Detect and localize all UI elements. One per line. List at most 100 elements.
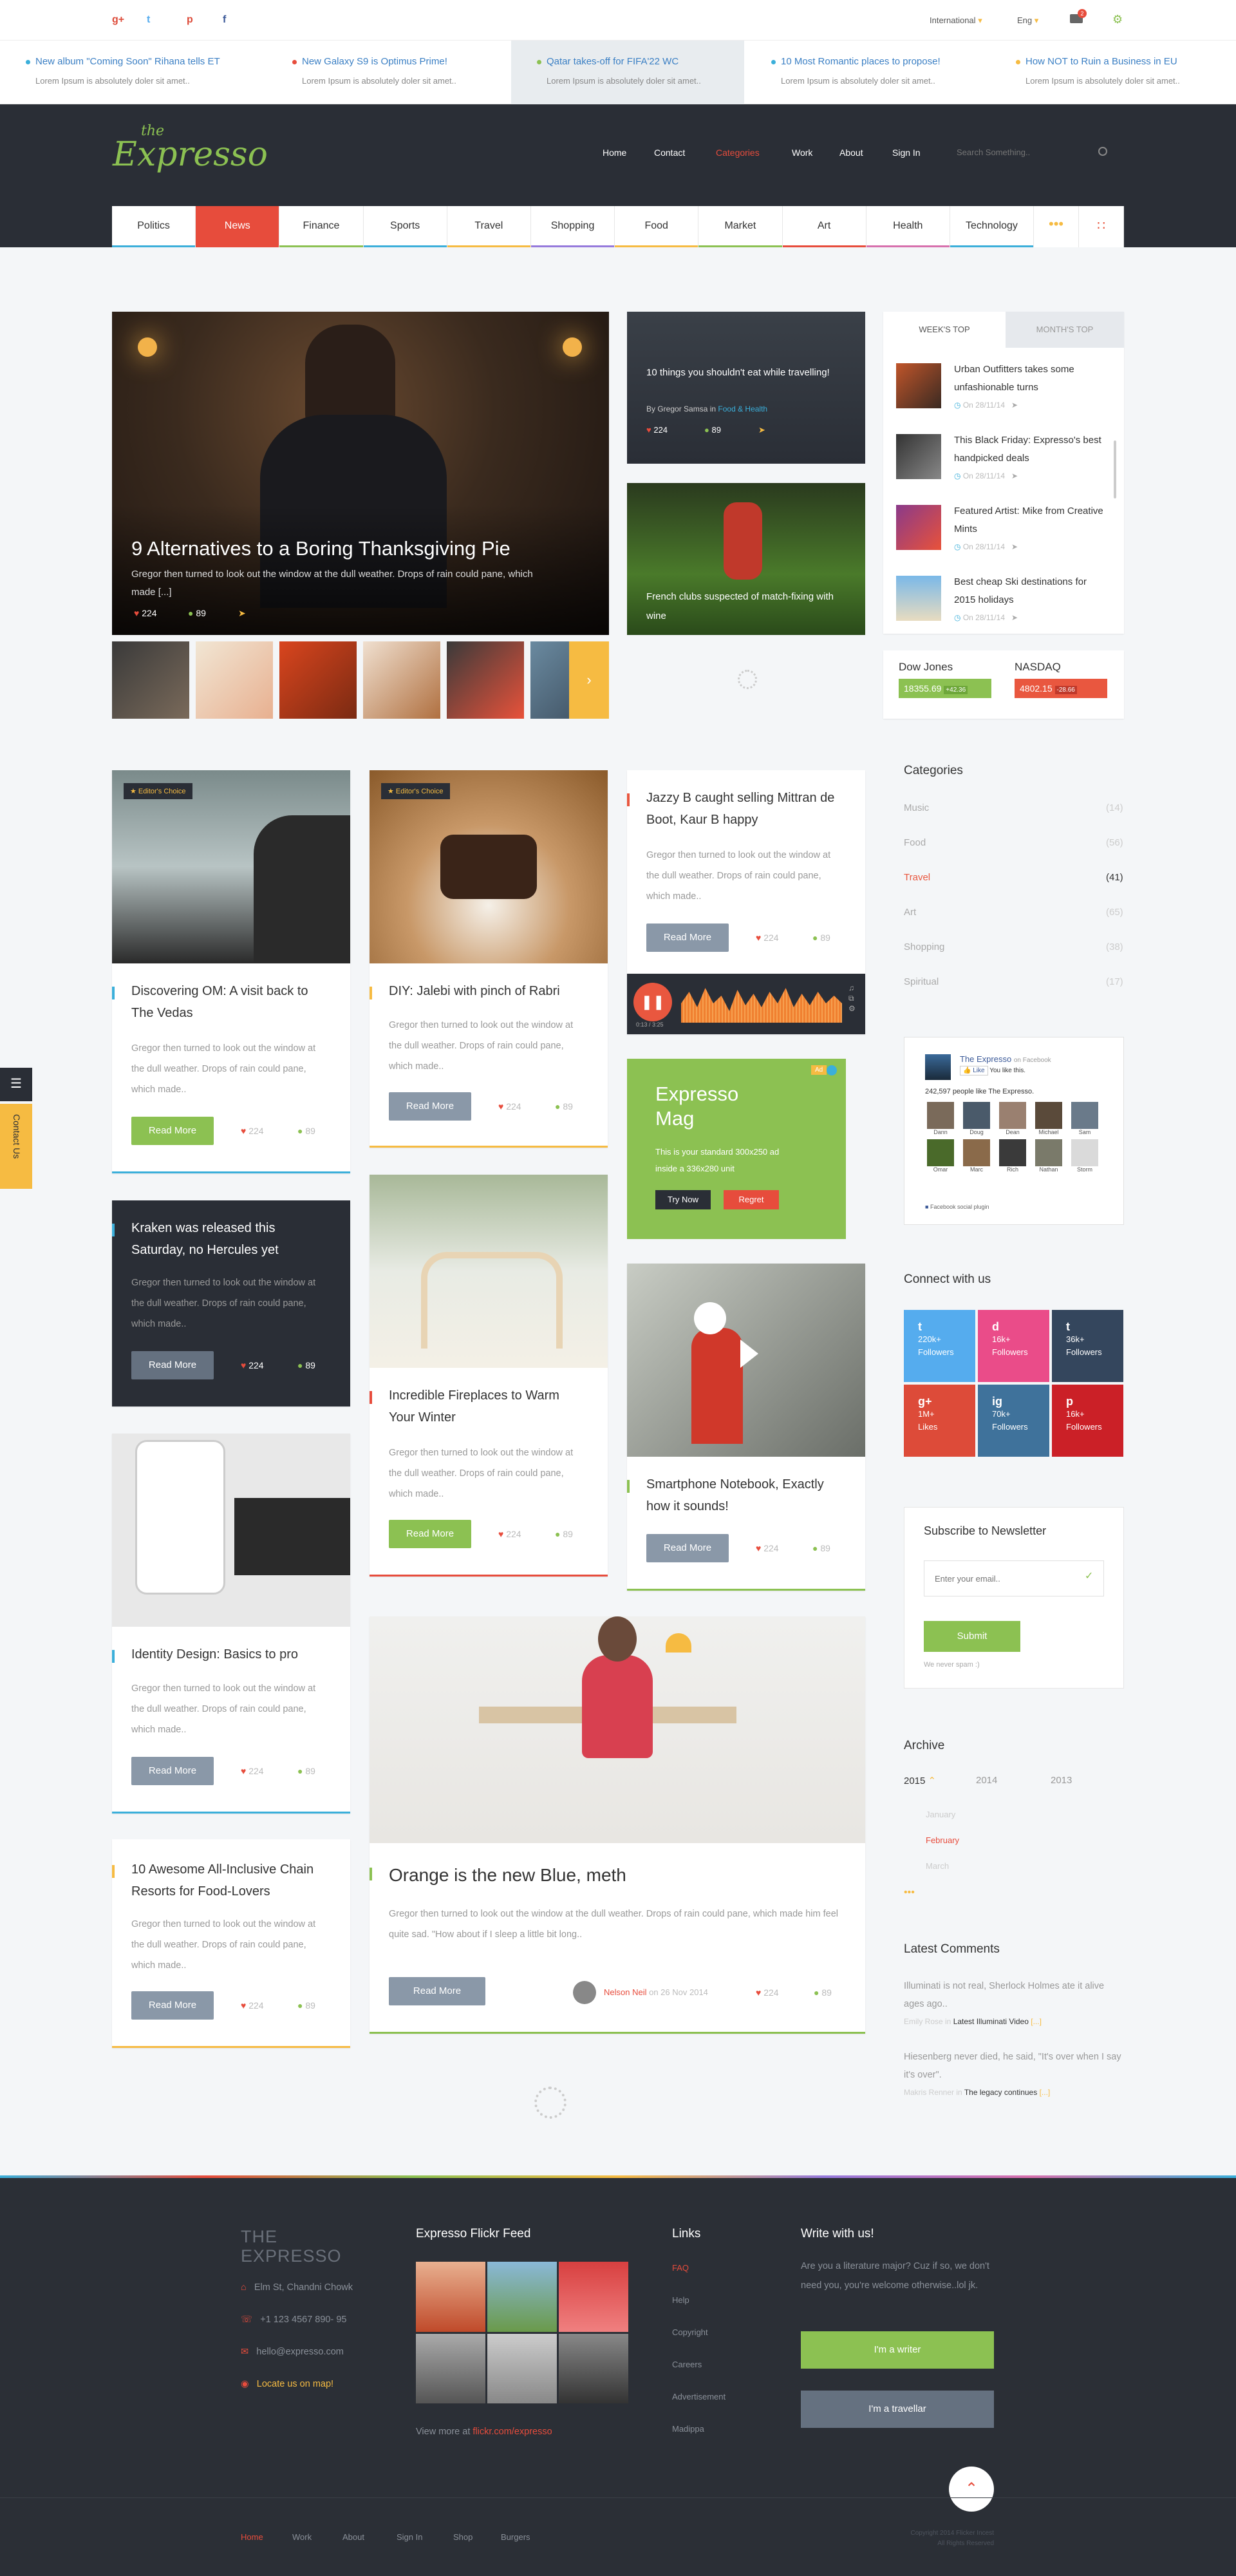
sidebar-category-spiritual[interactable]: Spiritual	[904, 976, 939, 987]
flickr-photo[interactable]	[416, 2333, 485, 2403]
footer-nav-sign-in[interactable]: Sign In	[397, 2532, 422, 2542]
archive-more-icon[interactable]: •••	[904, 1887, 915, 1899]
footer-link-madippa[interactable]: Madippa	[672, 2424, 704, 2434]
tumblr-follow-tile[interactable]: t 36k+ Followers	[1052, 1310, 1123, 1382]
list-item-title[interactable]: Featured Artist: Mike from Creative Mint…	[954, 502, 1109, 538]
sidebar-category-travel[interactable]: Travel	[904, 872, 930, 883]
facebook-page-avatar[interactable]	[925, 1054, 951, 1080]
footer-link-faq[interactable]: FAQ	[672, 2263, 689, 2273]
post-image[interactable]	[112, 770, 350, 963]
fan-avatar[interactable]: Sam	[1069, 1102, 1100, 1135]
list-item[interactable]: Best cheap Ski destinations for 2015 hol…	[896, 576, 1102, 638]
list-item[interactable]: Urban Outfitters takes some unfashionabl…	[896, 363, 1102, 425]
footer-nav-shop[interactable]: Shop	[453, 2532, 473, 2542]
read-more-button[interactable]: Read More	[131, 1757, 214, 1785]
contact-us-tab[interactable]: Contact Us	[0, 1104, 32, 1189]
list-item[interactable]: Featured Artist: Mike from Creative Mint…	[896, 505, 1103, 567]
nav-about[interactable]: About	[839, 147, 863, 158]
category-sports[interactable]: Sports	[363, 206, 447, 247]
settings-gear-icon[interactable]: ⚙	[1112, 13, 1123, 26]
post-image[interactable]	[370, 1616, 865, 1843]
read-more-button[interactable]: Read More	[646, 923, 729, 952]
flickr-photo[interactable]	[487, 2333, 557, 2403]
hero-thumb[interactable]	[279, 641, 357, 719]
ad-try-now-button[interactable]: Try Now	[655, 1190, 711, 1209]
footer-nav-about[interactable]: About	[342, 2532, 364, 2542]
hero-thumb[interactable]: ›	[530, 641, 609, 719]
footer-link-help[interactable]: Help	[672, 2295, 689, 2305]
post-title[interactable]: Incredible Fireplaces to Warm Your Winte…	[370, 1385, 588, 1428]
newsletter-email-input[interactable]	[924, 1560, 1104, 1596]
read-more-button[interactable]: Read More	[131, 1351, 214, 1379]
footer-email[interactable]: ✉ hello@expresso.com	[241, 2347, 344, 2357]
post-title[interactable]: Discovering OM: A visit back to The Veda…	[112, 980, 331, 1024]
nav-sign-in[interactable]: Sign In	[892, 147, 921, 158]
audio-waveform[interactable]	[681, 988, 842, 1023]
archive-month-active[interactable]: February	[926, 1835, 959, 1845]
post-image[interactable]	[370, 770, 608, 963]
avatar[interactable]	[573, 1981, 596, 2004]
search-icon[interactable]	[1098, 147, 1107, 156]
post-title[interactable]: DIY: Jalebi with pinch of Rabri	[370, 980, 588, 1002]
ad-regret-button[interactable]: Regret	[724, 1190, 779, 1209]
writer-button[interactable]: I'm a writer	[801, 2331, 994, 2369]
pause-button[interactable]: ❚❚	[633, 983, 672, 1021]
fan-avatar[interactable]: Storm	[1069, 1139, 1100, 1173]
read-more-button[interactable]: Read More	[389, 1520, 471, 1548]
play-icon[interactable]	[740, 1340, 758, 1368]
facebook-like-button[interactable]: 👍 Like You like this.	[960, 1066, 1025, 1075]
footer-nav-work[interactable]: Work	[292, 2532, 312, 2542]
archive-year-2014[interactable]: 2014	[976, 1775, 997, 1786]
category-market[interactable]: Market	[698, 206, 783, 247]
newsletter-submit-button[interactable]: Submit	[924, 1621, 1020, 1652]
hero-thumb[interactable]	[363, 641, 440, 719]
category-politics[interactable]: Politics	[112, 206, 196, 247]
search-input[interactable]	[957, 142, 1111, 162]
post-title[interactable]: Kraken was released this Saturday, no He…	[112, 1217, 331, 1261]
feature-football-title[interactable]: French clubs suspected of match-fixing w…	[646, 587, 839, 626]
locale-select[interactable]: Eng ▾	[1017, 15, 1038, 26]
archive-year-2013[interactable]: 2013	[1051, 1775, 1072, 1786]
post-title[interactable]: Smartphone Notebook, Exactly how it soun…	[627, 1473, 846, 1517]
feature-football-card[interactable]: French clubs suspected of match-fixing w…	[627, 483, 865, 635]
post-title[interactable]: Orange is the new Blue, meth	[370, 1861, 820, 1889]
fan-avatar[interactable]: Doug	[961, 1102, 992, 1135]
thumb-next-arrow-icon[interactable]: ›	[569, 641, 609, 719]
category-shopping[interactable]: Shopping	[530, 206, 615, 247]
list-item-title[interactable]: This Black Friday: Expresso's best handp…	[954, 431, 1109, 468]
footer-link-advertisement[interactable]: Advertisement	[672, 2392, 726, 2401]
read-more-button[interactable]: Read More	[389, 1977, 485, 2005]
rss-icon[interactable]: ∷	[1079, 206, 1125, 247]
hero-thumb[interactable]	[447, 641, 524, 719]
footer-logo[interactable]: THE EXPRESSO	[241, 2227, 342, 2266]
flickr-link[interactable]: flickr.com/expresso	[473, 2427, 552, 2437]
hero-thumb[interactable]	[196, 641, 273, 719]
fan-avatar[interactable]: Dann	[925, 1102, 956, 1135]
category-technology[interactable]: Technology	[950, 206, 1035, 247]
list-item-title[interactable]: Urban Outfitters takes some unfashionabl…	[954, 361, 1109, 397]
category-health[interactable]: Health	[866, 206, 950, 247]
nav-work[interactable]: Work	[792, 147, 812, 158]
language-select[interactable]: International ▾	[930, 15, 982, 26]
footer-link-careers[interactable]: Careers	[672, 2360, 702, 2369]
footer-phone[interactable]: ☏ +1 123 4567 890- 95	[241, 2315, 346, 2325]
share-icon[interactable]: ➤	[758, 425, 765, 435]
twitter-follow-tile[interactable]: t 220k+ Followers	[904, 1310, 975, 1382]
fan-avatar[interactable]: Marc	[961, 1139, 992, 1173]
fan-avatar[interactable]: Rich	[997, 1139, 1028, 1173]
post-title[interactable]: Identity Design: Basics to pro	[112, 1643, 331, 1665]
facebook-icon[interactable]: f	[223, 14, 226, 26]
site-logo[interactable]: the Expresso	[113, 124, 268, 172]
category-art[interactable]: Art	[782, 206, 866, 247]
flickr-photo[interactable]	[559, 2333, 628, 2403]
footer-link-copyright[interactable]: Copyright	[672, 2327, 708, 2337]
tab-weeks-top[interactable]: WEEK'S TOP	[883, 312, 1006, 348]
filter-icon[interactable]: ☰	[0, 1068, 32, 1101]
hero-thumb[interactable]	[112, 641, 189, 719]
ticker-item-active[interactable]: Qatar takes-off for FIFA'22 WC Lorem Ipsu…	[511, 41, 744, 105]
footer-nav-home[interactable]: Home	[241, 2532, 263, 2542]
traveller-button[interactable]: I'm a travellar	[801, 2391, 994, 2428]
scroll-to-top-button[interactable]: ⌃	[949, 2467, 994, 2512]
archive-month[interactable]: March	[926, 1861, 949, 1871]
read-more-button[interactable]: Read More	[646, 1534, 729, 1562]
